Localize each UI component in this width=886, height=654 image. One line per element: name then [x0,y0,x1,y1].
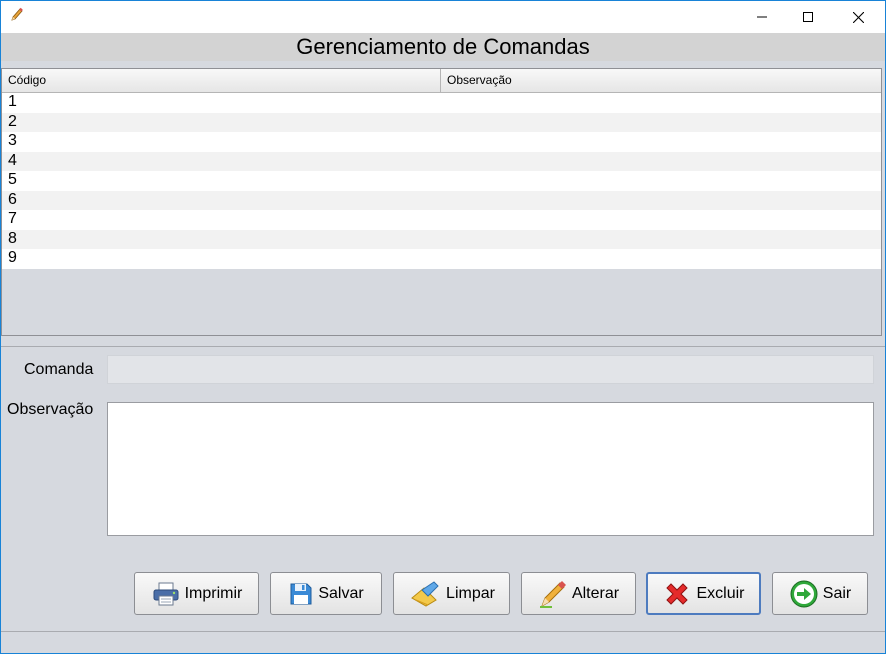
excluir-button[interactable]: Excluir [646,572,761,615]
table-header: Código Observação [2,69,881,93]
excluir-label: Excluir [696,584,745,602]
sair-label: Sair [822,584,852,602]
pencil-icon [11,7,23,21]
printer-icon [153,582,179,605]
page-title: Gerenciamento de Comandas [1,33,885,61]
section-divider [1,346,885,347]
imprimir-button[interactable]: Imprimir [134,572,259,615]
cell-codigo: 2 [8,112,17,130]
table-row[interactable]: 3 [2,132,881,152]
limpar-button[interactable]: Limpar [393,572,510,615]
broom-icon [411,580,439,607]
cell-codigo: 5 [8,171,17,188]
cell-codigo: 4 [8,151,17,169]
sair-button[interactable]: Sair [772,572,868,615]
title-bar[interactable] [1,1,885,33]
pencil-edit-icon [539,580,566,608]
salvar-label: Salvar [318,584,364,602]
cell-codigo: 7 [8,210,17,227]
table-row[interactable]: 8 [2,229,881,249]
cell-codigo: 3 [8,132,17,149]
comanda-label: Comanda [24,361,94,378]
table-row[interactable]: 5 [2,171,881,191]
table-body: 1 2 3 4 5 6 7 8 9 [2,93,881,269]
comanda-field[interactable] [107,355,874,384]
cell-codigo: 1 [8,93,17,110]
limpar-label: Limpar [446,584,495,602]
table-row[interactable]: 7 [2,210,881,230]
floppy-disk-icon [290,583,312,604]
observacao-label: Observação [7,401,94,418]
column-header-codigo[interactable]: Código [2,69,441,92]
alterar-button[interactable]: Alterar [521,572,636,615]
footer-divider [1,631,885,632]
minimize-button[interactable] [739,1,785,33]
exit-arrow-icon [790,580,818,607]
table-row[interactable]: 4 [2,151,881,171]
cell-codigo: 8 [8,229,17,247]
minimize-icon [757,16,767,18]
imprimir-label: Imprimir [184,584,243,602]
application-window: Gerenciamento de Comandas Código Observa… [0,0,886,654]
close-icon [852,11,864,23]
table-row[interactable]: 6 [2,190,881,210]
cell-codigo: 9 [8,249,17,266]
salvar-button[interactable]: Salvar [270,572,382,615]
close-button[interactable] [835,1,881,33]
maximize-icon [803,12,813,22]
alterar-label: Alterar [571,584,620,602]
table-row[interactable]: 9 [2,249,881,269]
column-header-observacao[interactable]: Observação [441,69,881,92]
cell-codigo: 6 [8,190,17,208]
observacao-textarea[interactable] [107,402,874,536]
table-row[interactable]: 2 [2,112,881,132]
comandas-table[interactable]: Código Observação 1 2 3 4 5 6 7 8 9 [1,68,882,336]
table-row[interactable]: 1 [2,93,881,113]
red-x-icon [666,582,689,605]
maximize-button[interactable] [785,1,831,33]
